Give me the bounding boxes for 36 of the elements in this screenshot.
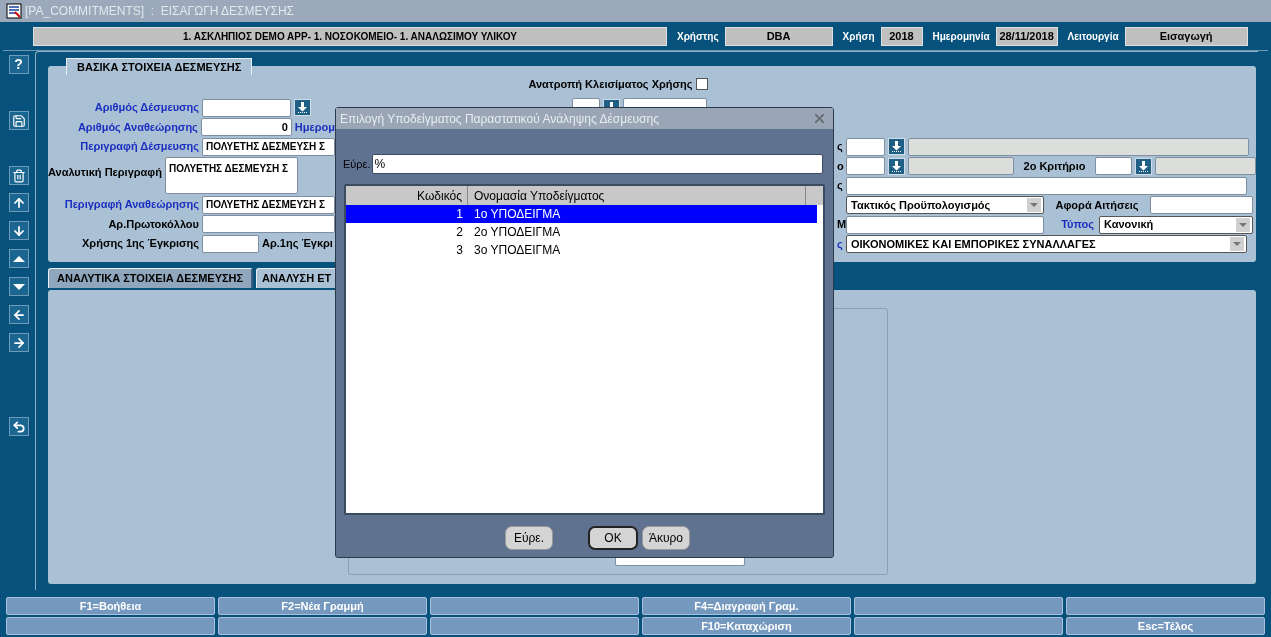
field-label: Ημερομ bbox=[294, 119, 335, 135]
field-label: 2ο Κριτήριο bbox=[1023, 158, 1086, 174]
name-cell-text: 1ο ΥΠΟΔΕΙΓΜΑ bbox=[473, 206, 561, 223]
header-field: 28/11/2018 bbox=[995, 27, 1058, 46]
field-label: Χρήσης 1ης Έγκρισης bbox=[81, 236, 199, 252]
header-label: Χρήστης bbox=[677, 30, 719, 44]
field-label: Περιγραφή Δέσμευσης bbox=[79, 139, 199, 155]
field-label: Αφορά Αιτήσεις bbox=[1055, 197, 1139, 213]
header-field: 2018 bbox=[880, 27, 923, 46]
window-title: [PA_COMMITMENTS] : ΕΙΣΑΓΩΓΗ ΔΕΣΜΕΥΣΗΣ bbox=[25, 3, 294, 20]
header-label: Ημερομηνία bbox=[932, 30, 990, 44]
header-label: Λειτουργία bbox=[1067, 30, 1119, 44]
checkbox-label: Ανατροπή Κλεισίματος Χρήσης bbox=[528, 77, 693, 92]
field-label: Αρ.Πρωτοκόλλου bbox=[107, 216, 199, 232]
organization-field: 1. ΑΣΚΛΗΠΙΟΣ DEMO APP- 1. ΝΟΣΟΚΟΜΕΙΟ- 1. ΑΝΑΛΩΣΙΜΟΥ ΥΛΙΚΟΥ bbox=[33, 27, 667, 46]
field-label: Αρ.1ης Έγκρι bbox=[262, 236, 333, 252]
field-label: ο bbox=[837, 158, 844, 174]
find-label: Εύρε. bbox=[343, 156, 371, 172]
code-cell-text: 2 bbox=[455, 224, 464, 241]
field-label: Μ bbox=[837, 217, 847, 233]
field-label: Τύπος bbox=[1061, 217, 1094, 233]
name-cell-text: 2ο ΥΠΟΔΕΙΓΜΑ bbox=[473, 224, 561, 241]
name-cell-text: 3ο ΥΠΟΔΕΙΓΜΑ bbox=[473, 242, 561, 259]
field-label: ς bbox=[837, 139, 843, 155]
header-field: Εισαγωγή bbox=[1124, 27, 1248, 46]
field-label: ς bbox=[837, 178, 843, 194]
field-label: Αναλυτική Περιγραφή bbox=[48, 165, 162, 178]
header-label: Χρήση bbox=[842, 30, 875, 44]
header-field: DBA bbox=[724, 27, 833, 46]
code-cell-text: 3 bbox=[455, 242, 464, 259]
field-label: Περιγραφή Αναθεώρησης bbox=[63, 197, 199, 213]
field-label: Αριθμός Δέσμευσης bbox=[93, 100, 199, 116]
field-label: ς bbox=[837, 236, 843, 252]
field-label: Αριθμός Αναθεώρησης bbox=[76, 119, 198, 135]
code-cell-text: 1 bbox=[455, 206, 464, 223]
dialog-title: Επιλογή Υποδείγματος Παραστατικού Ανάληψης Δέσμευσης bbox=[340, 110, 659, 128]
